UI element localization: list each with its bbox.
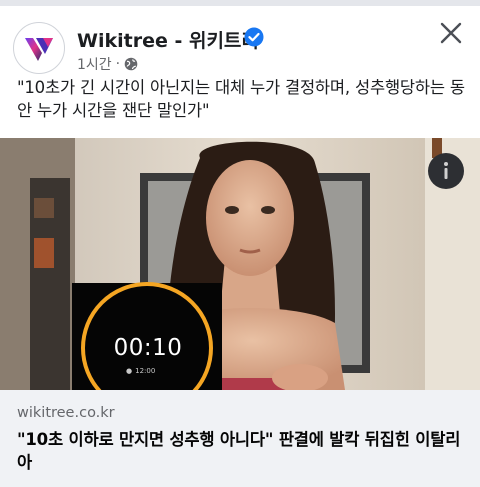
alarm-time: 12:00 (135, 367, 156, 375)
top-divider (0, 0, 480, 6)
post-text: "10초가 긴 시간이 아닌지는 대체 누가 결정하며, 성추행당하는 동안 누… (17, 78, 465, 120)
info-icon (444, 162, 448, 179)
link-preview-card[interactable]: wikitree.co.kr "10초 이하로 만지면 성추행 아니다" 판결에… (0, 390, 480, 487)
page-avatar[interactable] (13, 22, 65, 74)
info-button[interactable] (428, 153, 464, 189)
post-image[interactable]: 00:10 ● 12:00 (0, 138, 480, 390)
page-name[interactable]: Wikitree - 위키트리 (77, 26, 259, 53)
alarm-row: ● 12:00 (126, 367, 155, 375)
verified-badge-icon (244, 27, 264, 47)
globe-icon[interactable] (124, 57, 138, 71)
post-meta: 1시간 · (77, 54, 138, 74)
post-time[interactable]: 1시간 (77, 54, 112, 74)
alarm-bell-icon: ● (126, 367, 133, 375)
link-headline[interactable]: "10초 이하로 만지면 성추행 아니다" 판결에 발칵 뒤집힌 이탈리아 (17, 428, 467, 474)
post-header: Wikitree - 위키트리 1시간 · (0, 12, 480, 82)
link-domain: wikitree.co.kr (17, 405, 115, 421)
close-icon[interactable] (436, 18, 466, 48)
timer-display: 00:10 (113, 335, 183, 361)
meta-separator: · (115, 56, 121, 72)
wikitree-logo (25, 38, 53, 61)
photo-illustration (0, 138, 480, 390)
